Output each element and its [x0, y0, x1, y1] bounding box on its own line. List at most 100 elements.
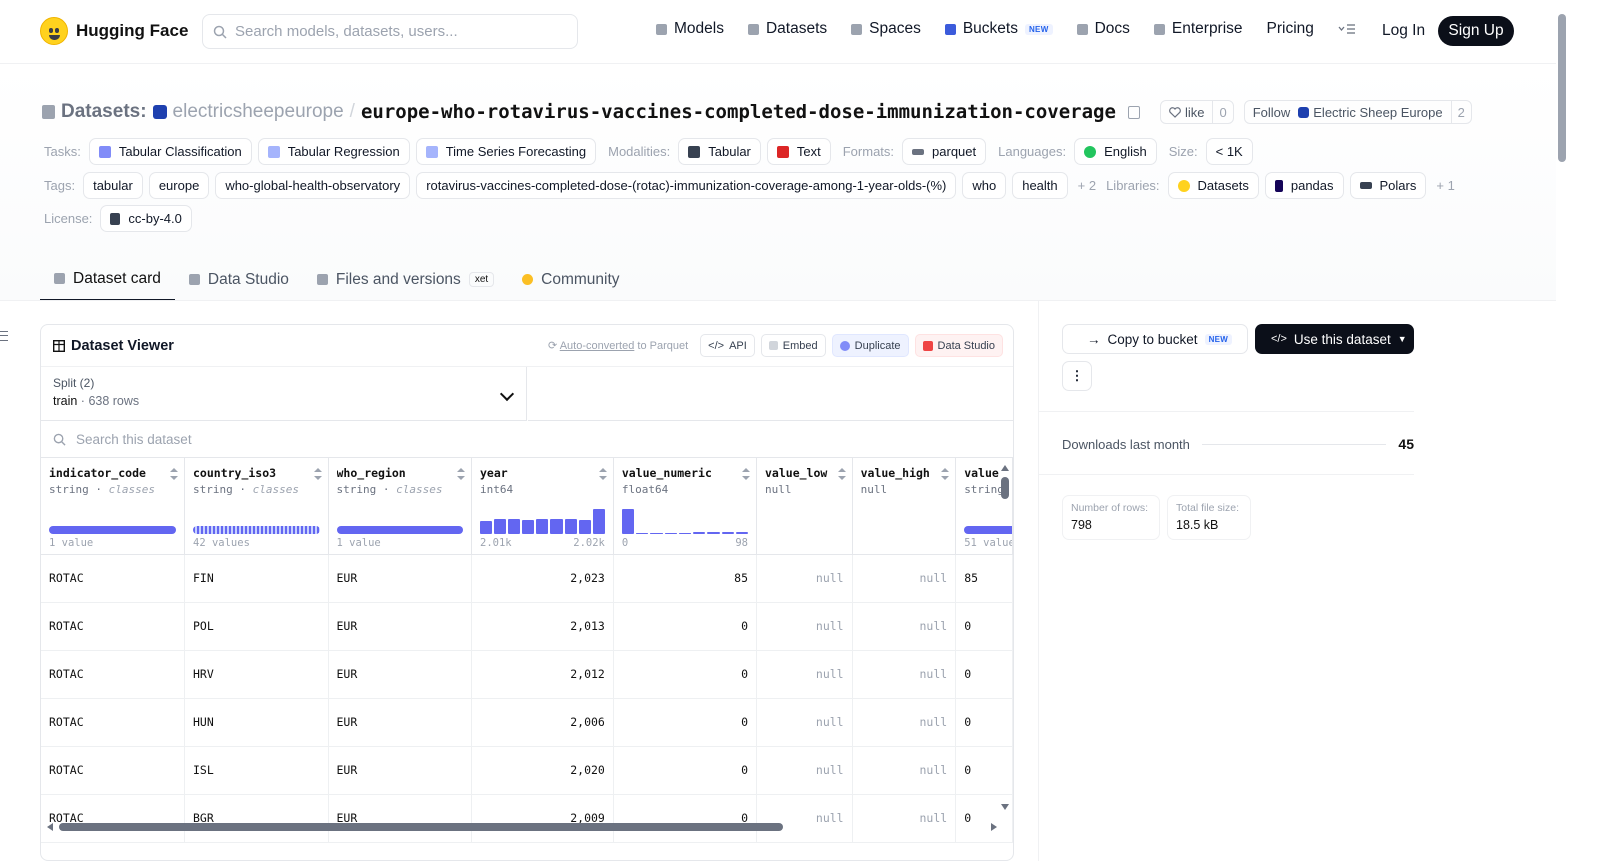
dataset-search-input[interactable]: [76, 431, 476, 447]
library-datasets[interactable]: Datasets: [1167, 172, 1259, 199]
scroll-up-icon[interactable]: [1001, 465, 1009, 471]
xet-badge: xet: [468, 272, 495, 287]
task-time-series[interactable]: Time Series Forecasting: [415, 138, 597, 165]
use-this-dataset-button[interactable]: </> Use this dataset ▼: [1255, 324, 1414, 354]
nav-buckets[interactable]: Buckets NEW: [944, 20, 1053, 38]
data-studio-button[interactable]: Data Studio: [914, 334, 1003, 357]
follow-button[interactable]: Follow Electric Sheep Europe 2: [1243, 100, 1472, 124]
new-badge: NEW: [1024, 23, 1053, 35]
column-header-value-high[interactable]: value_high null: [852, 458, 957, 555]
login-link[interactable]: Log In: [1382, 22, 1425, 40]
tab-community[interactable]: Community: [508, 258, 633, 301]
task-tabular-regression[interactable]: Tabular Regression: [257, 138, 410, 165]
sort-icon[interactable]: [837, 468, 846, 480]
scroll-down-icon[interactable]: [1001, 804, 1009, 810]
top-nav: Hugging Face Models Datasets Spaces Buck…: [0, 0, 1568, 64]
sort-icon[interactable]: [170, 468, 178, 480]
histogram-bar: [578, 519, 591, 534]
org-link[interactable]: electricsheepeurope: [173, 101, 344, 123]
column-header-who-region[interactable]: who_region string · classes 1 value: [328, 458, 472, 555]
sidebar-toggle-icon[interactable]: [0, 331, 8, 341]
size-chip[interactable]: < 1K: [1205, 138, 1253, 165]
tag-chip[interactable]: who: [962, 172, 1007, 199]
table-row[interactable]: ROTAC HRV EUR 2,012 0 null null 0: [41, 650, 1013, 699]
duplicate-button[interactable]: Duplicate: [831, 334, 909, 357]
column-header-indicator-code[interactable]: indicator_code string · classes 1 value: [41, 458, 185, 555]
sort-icon[interactable]: [598, 468, 607, 480]
column-header-country-iso3[interactable]: country_iso3 string · classes 42 values: [184, 458, 329, 555]
table-icon: [188, 274, 200, 285]
signup-button[interactable]: Sign Up: [1438, 16, 1514, 46]
table-cell: EUR: [328, 650, 472, 699]
api-button[interactable]: </> API: [700, 334, 755, 357]
task-tabular-classification[interactable]: Tabular Classification: [88, 138, 252, 165]
table-cell: null: [756, 746, 853, 795]
table-row[interactable]: ROTAC POL EUR 2,013 0 null null 0: [41, 602, 1013, 651]
tag-chip[interactable]: rotavirus-vaccines-completed-dose-(rotac…: [416, 172, 957, 199]
license-chip[interactable]: cc-by-4.0: [100, 205, 192, 232]
like-button[interactable]: like 0: [1159, 100, 1234, 124]
tab-dataset-card[interactable]: Dataset card: [40, 258, 175, 301]
copy-to-bucket-button[interactable]: → Copy to bucket NEW: [1062, 324, 1248, 354]
table-cell: null: [852, 794, 957, 843]
table-row[interactable]: ROTAC HUN EUR 2,006 0 null null 0: [41, 698, 1013, 747]
nav-spaces[interactable]: Spaces: [851, 20, 921, 38]
nav-datasets[interactable]: Datasets: [747, 20, 827, 38]
table-cell: null: [852, 698, 957, 747]
table-vertical-scrollbar[interactable]: [1001, 465, 1009, 810]
column-distribution-bar: [336, 526, 463, 534]
sort-icon[interactable]: [313, 468, 322, 480]
tag-chip[interactable]: health: [1012, 172, 1068, 199]
language-english[interactable]: English: [1074, 138, 1157, 165]
scroll-right-icon[interactable]: [991, 823, 997, 831]
libraries-more[interactable]: + 1: [1436, 178, 1454, 193]
embed-icon: [768, 341, 778, 350]
tab-data-studio[interactable]: Data Studio: [175, 258, 303, 301]
sort-icon[interactable]: [742, 468, 750, 480]
tab-files-and-versions[interactable]: Files and versions xet: [303, 258, 508, 301]
modality-tabular[interactable]: Tabular: [678, 138, 761, 165]
nav-more-menu[interactable]: [1338, 23, 1356, 35]
format-parquet[interactable]: parquet: [902, 138, 987, 165]
nav-models[interactable]: Models: [656, 20, 724, 38]
table-cell: POL: [184, 602, 329, 651]
community-icon: [522, 274, 534, 285]
table-horizontal-scrollbar[interactable]: [47, 822, 997, 832]
dataset-name[interactable]: europe-who-rotavirus-vaccines-completed-…: [361, 101, 1116, 123]
auto-converted-note[interactable]: ⟳ Auto-converted to Parquet: [548, 339, 688, 352]
table-cell: EUR: [328, 602, 472, 651]
org-avatar: [152, 105, 167, 119]
column-header-value-numeric[interactable]: value_numeric float64 0 98: [613, 458, 758, 555]
table-cell: null: [756, 794, 853, 843]
modality-text[interactable]: Text: [766, 138, 831, 165]
scroll-left-icon[interactable]: [47, 823, 53, 831]
column-header-year[interactable]: year int64 2.01k 2.02k: [471, 458, 614, 555]
library-polars[interactable]: Polars: [1349, 172, 1427, 199]
site-search-input[interactable]: [235, 23, 555, 40]
table-row[interactable]: ROTAC ISL EUR 2,020 0 null null 0: [41, 746, 1013, 795]
tags-more[interactable]: + 2: [1078, 178, 1096, 193]
nav-enterprise[interactable]: Enterprise: [1153, 20, 1243, 38]
table-row[interactable]: ROTAC BGR EUR 2,009 0 null null 0: [41, 794, 1013, 843]
tag-chip[interactable]: tabular: [83, 172, 143, 199]
split-selector[interactable]: Split (2) train · 638 rows: [41, 367, 527, 421]
page-scrollbar-thumb[interactable]: [1558, 14, 1566, 162]
tag-chip[interactable]: who-global-health-observatory: [215, 172, 411, 199]
more-options-button[interactable]: ⋮: [1062, 361, 1092, 391]
embed-button[interactable]: Embed: [760, 334, 826, 357]
tag-chip[interactable]: europe: [148, 172, 210, 199]
sort-icon[interactable]: [457, 468, 465, 480]
sort-icon[interactable]: [941, 468, 950, 480]
copy-icon[interactable]: [1127, 105, 1140, 119]
library-pandas[interactable]: pandas: [1264, 172, 1344, 199]
site-search[interactable]: [202, 14, 578, 49]
brand-logo[interactable]: Hugging Face: [40, 17, 188, 45]
nav-docs[interactable]: Docs: [1076, 20, 1130, 38]
studio-icon: [922, 340, 933, 351]
nav-pricing[interactable]: Pricing: [1267, 20, 1314, 38]
table-row[interactable]: ROTAC FIN EUR 2,023 85 null null 85: [41, 554, 1013, 603]
table-cell: ROTAC: [41, 746, 185, 795]
dataset-search[interactable]: [41, 421, 1013, 458]
table-cell: HUN: [184, 698, 329, 747]
column-header-value-low[interactable]: value_low null: [756, 458, 853, 555]
